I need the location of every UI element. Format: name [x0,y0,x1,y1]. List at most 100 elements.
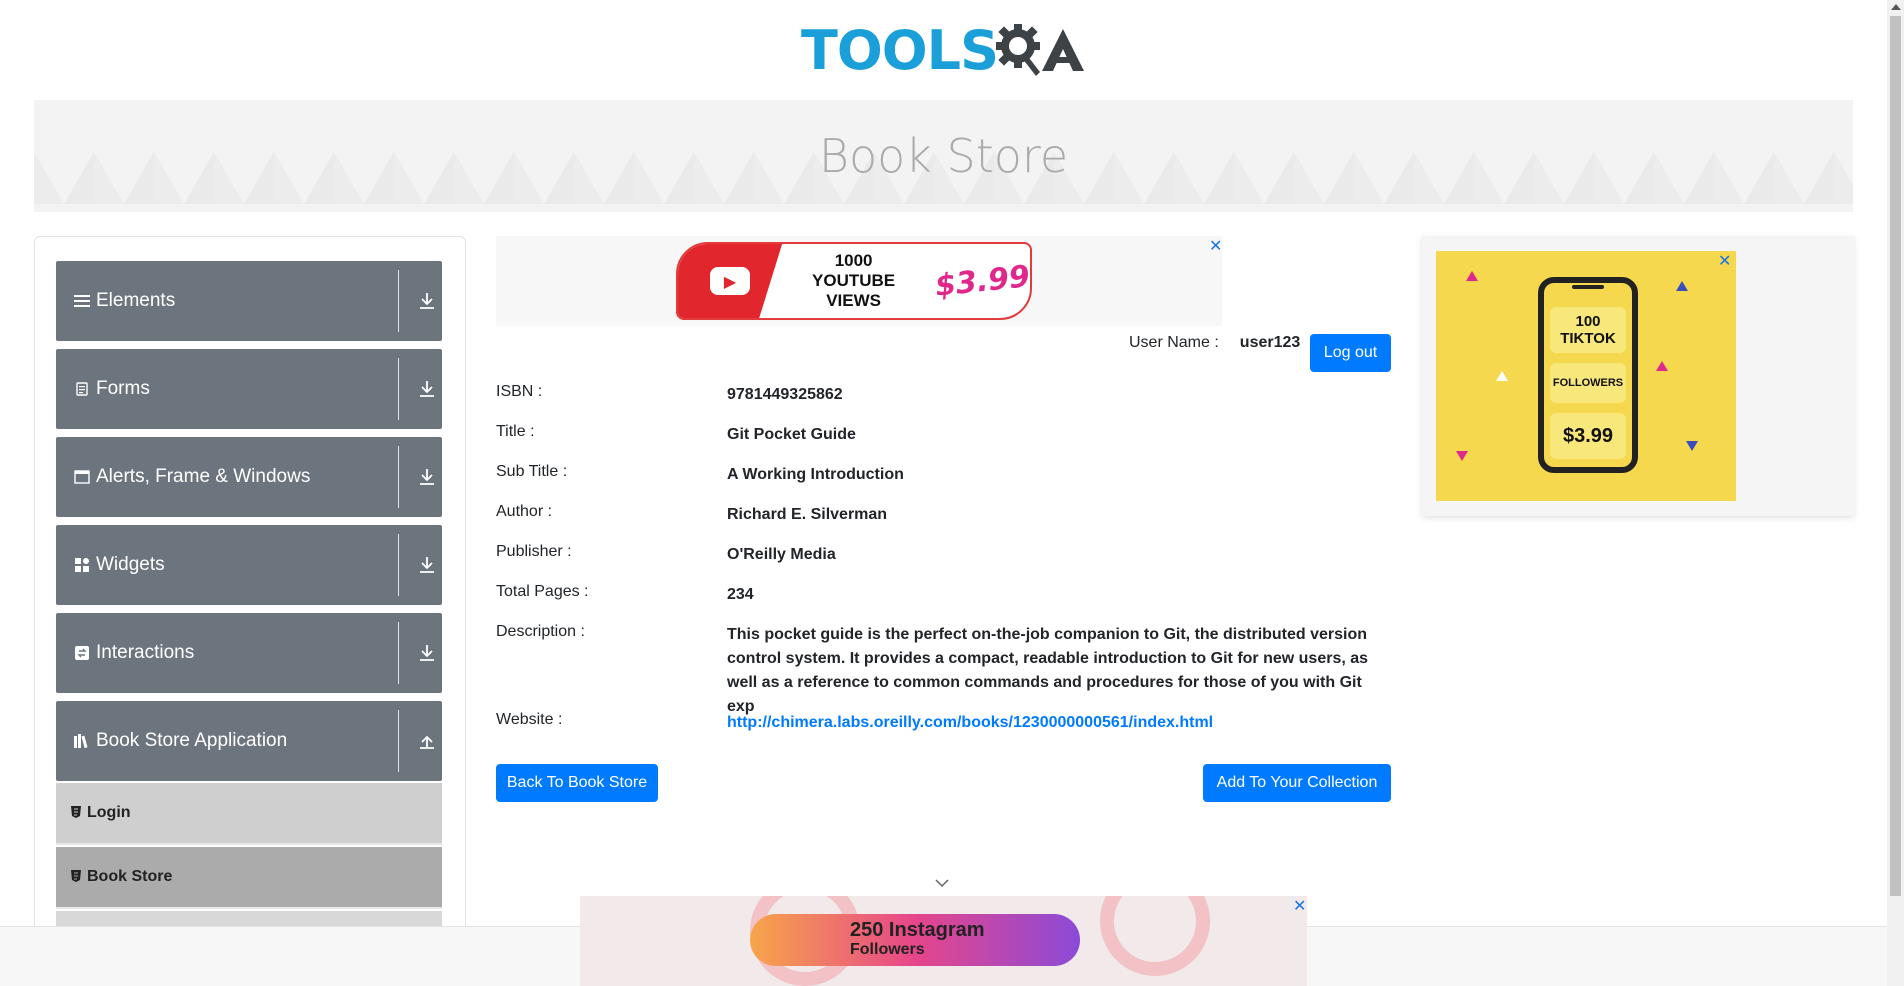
close-icon[interactable]: ✕ [1209,236,1222,255]
publisher-label: Publisher : [496,543,572,560]
header: TOOLS QA [0,0,1887,100]
isbn-row: ISBN : 9781449325862 [496,383,1391,407]
logo-text-tools: TOOLS [801,18,999,82]
toolsqa-logo[interactable]: TOOLS QA [801,19,1086,82]
sidebar-group-label: Widgets [96,554,165,575]
youtube-views-ad[interactable]: ▶ 1000 YOUTUBE VIEWS $3.99 [676,242,1032,320]
close-icon[interactable]: ✕ [1718,251,1731,270]
grid-icon [74,557,90,573]
total-pages-value: 234 [727,586,754,603]
page-title: Book Store [818,129,1069,183]
confetti [1466,271,1478,281]
isbn-label: ISBN : [496,383,543,400]
phone-notch [1572,285,1604,289]
ad-price: $3.99 [1562,424,1614,447]
divider [398,270,399,332]
decoration [1100,896,1210,976]
website-link[interactable]: http://chimera.labs.oreilly.com/books/12… [727,711,1391,735]
html5-icon [71,869,81,885]
scroll-up-arrow-icon[interactable] [1891,4,1901,10]
tiktok-followers-ad[interactable]: 100 TIKTOK FOLLOWERS $3.99 ✕ [1436,251,1736,501]
add-to-collection-button[interactable]: Add To Your Collection [1203,764,1391,802]
divider [398,358,399,420]
divider [398,534,399,596]
youtube-logo-area: ▶ [678,244,783,318]
ad-line1: 1000 [834,251,873,270]
user-name-label: User Name : [1129,334,1219,351]
ad-price-card: $3.99 [1550,413,1626,459]
website-label: Website : [496,711,563,728]
subtitle-value: A Working Introduction [727,466,904,483]
bottom-ad[interactable]: 250 Instagram Followers ✕ [580,896,1307,986]
total-pages-label: Total Pages : [496,583,589,600]
right-ad-container: 100 TIKTOK FOLLOWERS $3.99 ✕ [1422,236,1854,516]
play-icon: ▶ [710,267,751,295]
ad-card: 100 TIKTOK [1550,307,1626,353]
description-value: This pocket guide is the perfect on-the-… [727,626,1369,715]
interaction-icon [74,645,90,661]
sidebar-group-label: Alerts, Frame & Windows [96,466,311,487]
sidebar-group-label: Forms [96,378,150,399]
download-arrow-icon[interactable] [418,555,436,575]
sidebar: Elements Forms Alerts, Frame & Windows W… [34,236,466,956]
confetti [1686,441,1698,451]
sidebar-group-label: Book Store Application [96,730,288,751]
sidebar-group-label: Elements [96,290,176,311]
upload-arrow-icon[interactable] [418,731,436,751]
subtitle-label: Sub Title : [496,463,568,480]
page-banner: Book Store [34,100,1853,212]
download-arrow-icon[interactable] [418,379,436,399]
ad-price: $3.99 [933,258,1032,304]
top-ad[interactable]: ▶ 1000 YOUTUBE VIEWS $3.99 ✕ [496,236,1222,326]
ad-line2: TIKTOK [1560,330,1616,347]
sidebar-item-book-store[interactable]: Book Store [56,847,442,909]
instagram-pill: 250 Instagram Followers [750,914,1080,966]
download-arrow-icon[interactable] [418,467,436,487]
logo-letter-a [1041,29,1084,71]
sidebar-group-interactions[interactable]: Interactions [56,613,442,693]
description-row: Description : This pocket guide is the p… [496,623,1391,715]
description-label: Description : [496,623,585,640]
gear-icon [995,24,1040,76]
publisher-row: Publisher : O'Reilly Media [496,543,1391,567]
confetti [1656,361,1668,371]
download-arrow-icon[interactable] [418,291,436,311]
user-name-value: user123 [1239,334,1301,351]
sidebar-group-widgets[interactable]: Widgets [56,525,442,605]
back-to-book-store-button[interactable]: Back To Book Store [496,764,658,802]
author-value: Richard E. Silverman [727,506,888,523]
books-icon [74,733,90,749]
website-row: Website : http://chimera.labs.oreilly.co… [496,711,1391,735]
vertical-scrollbar[interactable] [1887,0,1904,986]
isbn-value: 9781449325862 [727,386,843,403]
author-label: Author : [496,503,553,520]
title-row: Title : Git Pocket Guide [496,423,1391,447]
ad-card: FOLLOWERS [1550,363,1626,403]
title-value: Git Pocket Guide [727,426,856,443]
logout-button[interactable]: Log out [1310,334,1391,372]
document-icon [74,381,90,397]
divider [398,446,399,508]
divider [398,710,399,772]
ad-line3: FOLLOWERS [1552,377,1624,389]
confetti [1456,451,1468,461]
ad-line1: 100 [1575,313,1601,330]
sidebar-group-book-store-application[interactable]: Book Store Application [56,701,442,781]
subtitle-row: Sub Title : A Working Introduction [496,463,1391,487]
sidebar-group-forms[interactable]: Forms [56,349,442,429]
list-icon [74,293,90,309]
sidebar-group-label: Interactions [96,642,195,663]
title-label: Title : [496,423,535,440]
scroll-thumb[interactable] [1890,16,1901,896]
chevron-down-icon[interactable] [935,878,949,888]
sidebar-group-alerts[interactable]: Alerts, Frame & Windows [56,437,442,517]
download-arrow-icon[interactable] [418,643,436,663]
ad-line2: Followers [850,941,925,958]
ad-line2: YOUTUBE VIEWS [812,271,896,310]
confetti [1676,281,1688,291]
window-icon [74,469,90,485]
sidebar-group-elements[interactable]: Elements [56,261,442,341]
publisher-value: O'Reilly Media [727,546,836,563]
sidebar-item-login[interactable]: Login [56,783,442,845]
close-icon[interactable]: ✕ [1293,896,1306,915]
